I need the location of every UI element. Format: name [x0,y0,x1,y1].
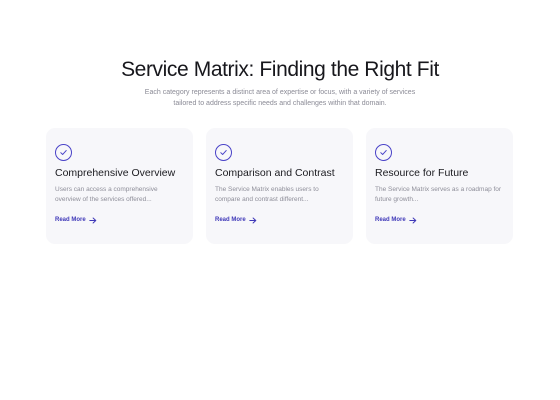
read-more-link[interactable]: Read More [55,215,97,225]
service-card-resource-for-future: Resource for Future The Service Matrix s… [366,128,513,244]
read-more-link[interactable]: Read More [215,215,257,225]
service-card-comparison-and-contrast: Comparison and Contrast The Service Matr… [206,128,353,244]
arrow-right-icon [408,217,417,224]
card-description: The Service Matrix serves as a roadmap f… [375,186,502,203]
service-matrix-section: Service Matrix: Finding the Right Fit Ea… [0,0,560,400]
service-card-comprehensive-overview: Comprehensive Overview Users can access … [46,128,193,244]
check-circle-icon [215,144,232,161]
card-description: Users can access a comprehensive overvie… [55,186,158,203]
arrow-right-icon [88,217,97,224]
check-circle-icon [375,144,392,161]
card-title: Comprehensive Overview [55,167,176,179]
section-title: Service Matrix: Finding the Right Fit [121,58,439,81]
card-title: Comparison and Contrast [215,167,335,179]
read-more-label: Read More [215,217,246,223]
read-more-link[interactable]: Read More [375,215,417,225]
arrow-right-icon [248,217,257,224]
read-more-label: Read More [375,217,406,223]
read-more-label: Read More [55,217,86,223]
section-subtitle: Each category represents a distinct area… [144,89,416,107]
card-description: The Service Matrix enables users to comp… [215,186,319,203]
check-circle-icon [55,144,72,161]
card-title: Resource for Future [375,167,469,179]
